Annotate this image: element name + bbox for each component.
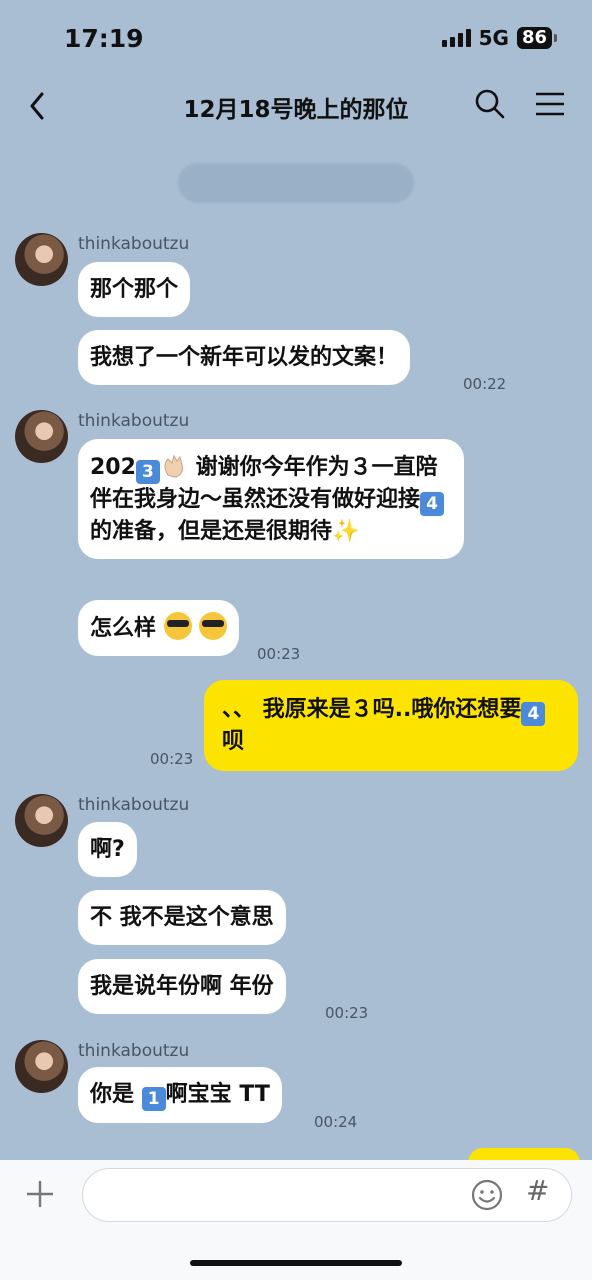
- date-divider: [178, 163, 414, 203]
- keycap-one-icon: 1: [141, 1087, 166, 1111]
- keycap-four-icon: 4: [521, 702, 546, 726]
- chat-header: 12月18号晚上的那位: [0, 80, 592, 130]
- emoji-icon[interactable]: [470, 1178, 504, 1212]
- avatar[interactable]: [15, 410, 68, 463]
- message-bubble[interactable]: 怎么样: [78, 600, 240, 656]
- message-bubble[interactable]: 那个那个: [78, 262, 191, 317]
- keycap-three-icon: 3: [135, 460, 160, 484]
- message-text: 怎么样: [90, 616, 157, 641]
- sender-name: thinkaboutzu: [78, 1041, 190, 1061]
- message-text: 啊宝宝 TT: [165, 1082, 270, 1107]
- message-bubble[interactable]: 不 我不是这个意思: [78, 890, 286, 945]
- status-time: 17:19: [64, 24, 144, 53]
- waving-hand-icon: [164, 454, 183, 478]
- message-bubble[interactable]: 我是说年份啊 年份: [78, 959, 286, 1014]
- avatar[interactable]: [15, 1040, 68, 1093]
- message-timestamp: 00:24: [314, 1113, 358, 1131]
- avatar[interactable]: [15, 794, 68, 847]
- message-bubble[interactable]: 啊?: [78, 822, 137, 877]
- signal-icon: [441, 29, 471, 47]
- network-label: 5G: [478, 26, 509, 50]
- menu-icon[interactable]: [532, 86, 568, 122]
- message-timestamp: 00:23: [150, 750, 194, 768]
- my-message-bubble[interactable]: 、、 我原来是３吗..哦你还想要 4 呗: [204, 680, 578, 771]
- avatar[interactable]: [15, 233, 68, 286]
- message-text: 的准备，但是还是很期待: [90, 519, 333, 544]
- status-bar: 17:19 5G 86: [0, 0, 592, 80]
- sunglasses-face-icon: [163, 612, 192, 640]
- message-timestamp: 00:22: [463, 375, 507, 393]
- home-indicator: [190, 1260, 402, 1266]
- message-text: 202: [90, 455, 136, 480]
- message-bubble[interactable]: 202 3 谢谢你今年作为３一直陪伴在我身边～虽然还没有做好迎接 4的准备，但是还是…: [78, 439, 464, 559]
- sender-name: thinkaboutzu: [78, 234, 190, 254]
- battery-icon: 86: [516, 27, 558, 49]
- message-timestamp: 00:23: [257, 645, 301, 663]
- plus-icon[interactable]: [22, 1176, 58, 1212]
- message-text: 我原来是３吗..哦你还想要: [255, 697, 522, 722]
- message-timestamp: 00:23: [325, 1004, 369, 1022]
- message-bubble[interactable]: 你是 1 啊宝宝 TT: [78, 1067, 282, 1123]
- message-bubble[interactable]: 我想了一个新年可以发的文案！: [78, 330, 411, 385]
- message-text: 呗: [222, 729, 245, 754]
- search-icon[interactable]: [472, 86, 508, 122]
- hashtag-button[interactable]: #: [526, 1174, 549, 1207]
- message-text: 、、: [222, 697, 256, 722]
- keycap-four-icon: 4: [420, 492, 445, 516]
- sender-name: thinkaboutzu: [78, 411, 190, 431]
- sunglasses-face-icon: [199, 612, 228, 640]
- message-text: 你是: [90, 1082, 142, 1107]
- sender-name: thinkaboutzu: [78, 795, 190, 815]
- sparkles-icon: ✨: [332, 519, 360, 544]
